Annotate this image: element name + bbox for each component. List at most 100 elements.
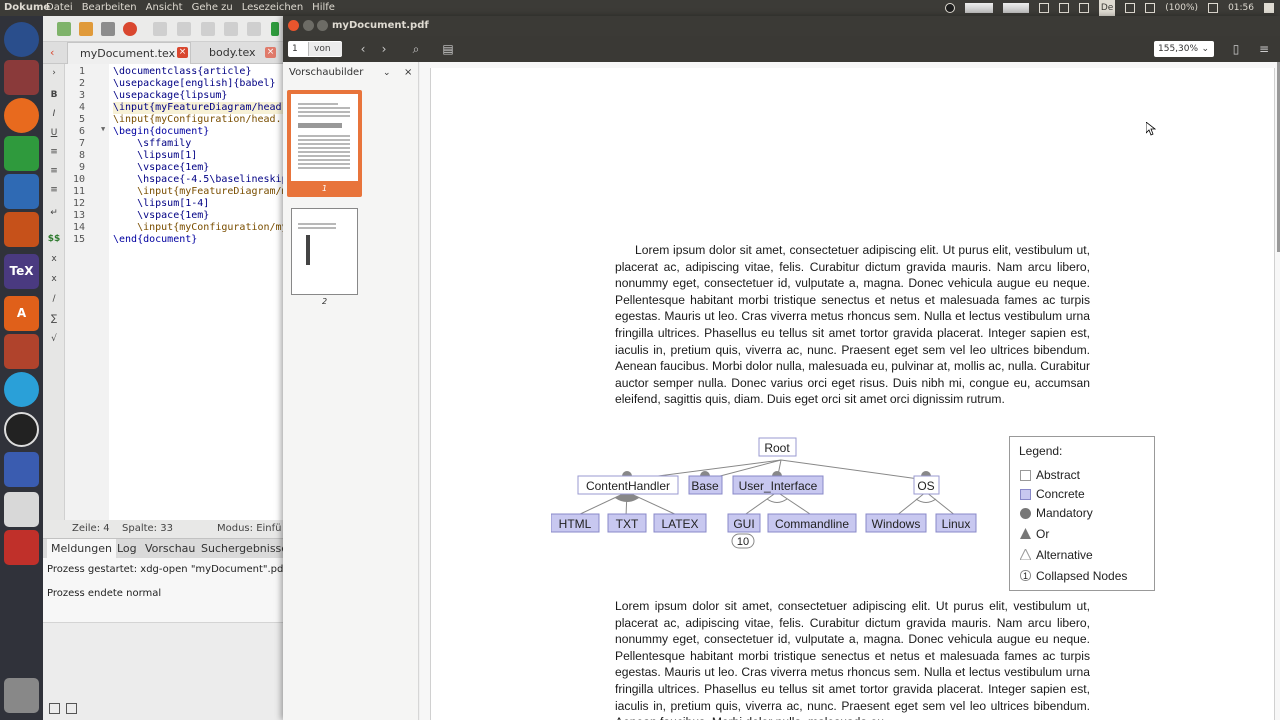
thumb-line bbox=[298, 135, 350, 137]
mail-icon[interactable] bbox=[1058, 3, 1069, 13]
wifi-icon[interactable] bbox=[1078, 3, 1089, 13]
thumbnail-page-2[interactable] bbox=[291, 208, 358, 295]
tab-meldungen[interactable]: Meldungen bbox=[47, 539, 116, 559]
save-icon[interactable] bbox=[101, 22, 115, 36]
menu-datei[interactable]: Datei bbox=[46, 0, 73, 16]
panel-toggle-icon[interactable] bbox=[66, 703, 77, 714]
subscript-icon[interactable]: x bbox=[47, 254, 61, 264]
redo-icon[interactable] bbox=[177, 22, 191, 36]
superscript-icon[interactable]: x bbox=[47, 274, 61, 284]
maximize-window-icon[interactable] bbox=[317, 20, 328, 31]
panel-toggle-icon[interactable] bbox=[49, 703, 60, 714]
structure-strip: › B I U ≡ ≡ ≡ ↵ $$ x x / ∑ √ bbox=[43, 64, 65, 520]
sidebar-mode-label[interactable]: Vorschaubilder bbox=[289, 62, 363, 84]
ubuntu-search-icon[interactable] bbox=[4, 22, 39, 57]
close-sidebar-icon[interactable]: × bbox=[404, 62, 412, 84]
power-gear-icon[interactable] bbox=[1264, 3, 1274, 13]
thumb-line bbox=[298, 115, 350, 117]
workspace-switcher-icon[interactable] bbox=[4, 452, 39, 487]
menu-bearbeiten[interactable]: Bearbeiten bbox=[82, 0, 137, 16]
fraction-icon[interactable]: / bbox=[47, 294, 61, 304]
tab-mydocument-tex[interactable]: myDocument.tex bbox=[67, 42, 191, 64]
italic-icon[interactable]: I bbox=[47, 109, 61, 119]
document-area[interactable]: Lorem ipsum dolor sit amet, consectetuer… bbox=[420, 62, 1280, 720]
close-file-icon[interactable] bbox=[123, 22, 137, 36]
thumb-line bbox=[298, 163, 350, 165]
impress-icon[interactable] bbox=[4, 212, 39, 247]
calc-icon[interactable] bbox=[4, 136, 39, 171]
code-line: \lipsum[1] bbox=[113, 150, 198, 161]
search-icon[interactable]: ⌕ bbox=[408, 41, 424, 57]
minimize-window-icon[interactable] bbox=[303, 20, 314, 31]
line-number: 12 bbox=[72, 198, 85, 209]
menu-gehe-zu[interactable]: Gehe zu bbox=[192, 0, 233, 16]
obs-icon[interactable] bbox=[4, 412, 39, 447]
page-number-field[interactable]: 1 von 2 bbox=[288, 41, 342, 68]
next-page-icon[interactable]: › bbox=[376, 41, 392, 57]
menu-ansicht[interactable]: Ansicht bbox=[146, 0, 183, 16]
document-properties-icon[interactable]: ▯ bbox=[1228, 41, 1244, 57]
align-right-icon[interactable]: ≡ bbox=[47, 185, 61, 195]
chevron-down-icon[interactable]: ⌄ bbox=[383, 62, 391, 84]
status-mode: Modus: Einfü bbox=[217, 523, 282, 534]
gutter-rows: 1 2 3 4 5 6 7 8 9 10 11 12 13 14 15 bbox=[65, 64, 109, 246]
fold-arrow-icon[interactable]: ▼ bbox=[101, 125, 105, 133]
sum-icon[interactable]: ∑ bbox=[47, 314, 61, 324]
sqrt-icon[interactable]: √ bbox=[47, 334, 61, 344]
trash-icon[interactable] bbox=[4, 678, 39, 713]
align-left-icon[interactable]: ≡ bbox=[47, 147, 61, 157]
menu-lesezeichen[interactable]: Lesezeichen bbox=[242, 0, 303, 16]
code-line: \input{myConfiguration/head. bbox=[113, 114, 282, 125]
audio-level-icon[interactable] bbox=[964, 3, 993, 13]
thumbnail-page-1[interactable] bbox=[291, 94, 358, 181]
close-window-icon[interactable] bbox=[288, 20, 299, 31]
firefox-icon[interactable] bbox=[4, 98, 39, 133]
paragraph-text: Lorem ipsum dolor sit amet, consectetuer… bbox=[615, 599, 1090, 720]
new-file-icon[interactable] bbox=[57, 22, 71, 36]
bluetooth-icon[interactable] bbox=[1125, 3, 1136, 13]
previous-page-icon[interactable]: ‹ bbox=[355, 41, 371, 57]
indicator-icon[interactable] bbox=[1002, 3, 1029, 13]
code-line: \usepackage[english]{babel} bbox=[113, 78, 276, 89]
paste-icon[interactable] bbox=[247, 22, 261, 36]
writer-icon[interactable] bbox=[4, 174, 39, 209]
texstudio-icon[interactable]: TeX bbox=[4, 254, 39, 289]
telegram-icon[interactable] bbox=[4, 372, 39, 407]
dropbox-icon[interactable] bbox=[1038, 3, 1049, 13]
settings-icon[interactable] bbox=[4, 334, 39, 369]
clock[interactable]: 01:56 bbox=[1228, 0, 1254, 16]
align-center-icon[interactable]: ≡ bbox=[47, 166, 61, 176]
keyboard-layout-label[interactable]: De bbox=[1098, 0, 1116, 16]
code-editor[interactable]: 1 2 3 4 5 6 7 8 9 10 11 12 13 14 15 ▼ \d… bbox=[65, 64, 283, 520]
chevron-right-icon[interactable]: › bbox=[47, 68, 61, 78]
sidebar-toggle-icon[interactable]: ▤ bbox=[440, 41, 456, 57]
files-icon[interactable] bbox=[4, 60, 39, 95]
close-tab-icon[interactable]: × bbox=[265, 47, 276, 58]
underline-icon[interactable]: U bbox=[47, 128, 61, 138]
copy-icon[interactable] bbox=[201, 22, 215, 36]
newline-icon[interactable]: ↵ bbox=[47, 208, 61, 218]
cut-icon[interactable] bbox=[224, 22, 238, 36]
menu-icon[interactable]: ≡ bbox=[1256, 41, 1272, 57]
tab-vorschau[interactable]: Vorschau bbox=[141, 539, 199, 559]
open-file-icon[interactable] bbox=[79, 22, 93, 36]
menu-hilfe[interactable]: Hilfe bbox=[312, 0, 335, 16]
close-tab-icon[interactable]: × bbox=[177, 47, 188, 58]
battery-label[interactable]: (100%) bbox=[1165, 0, 1198, 16]
tabs-back-icon[interactable]: ‹ bbox=[50, 46, 54, 59]
software-center-icon[interactable]: A bbox=[4, 296, 39, 331]
battery-icon[interactable] bbox=[1145, 3, 1156, 13]
menu-bar: Datei Bearbeiten Ansicht Gehe zu Lesezei… bbox=[46, 0, 335, 16]
math-mode-icon[interactable]: $$ bbox=[47, 234, 61, 244]
text-editor-icon[interactable] bbox=[4, 492, 39, 527]
line-number: 5 bbox=[78, 114, 85, 125]
evince-icon[interactable] bbox=[4, 530, 39, 565]
tab-suchergebnisse[interactable]: Suchergebnisse bbox=[197, 539, 292, 559]
compile-run-icon[interactable] bbox=[271, 22, 279, 36]
tab-log[interactable]: Log bbox=[113, 539, 141, 559]
undo-icon[interactable] bbox=[153, 22, 167, 36]
zoom-select[interactable]: 155,30% ⌄ bbox=[1154, 41, 1214, 57]
bold-icon[interactable]: B bbox=[47, 90, 61, 100]
volume-icon[interactable] bbox=[1208, 3, 1219, 13]
obs-tray-icon[interactable] bbox=[944, 3, 955, 13]
